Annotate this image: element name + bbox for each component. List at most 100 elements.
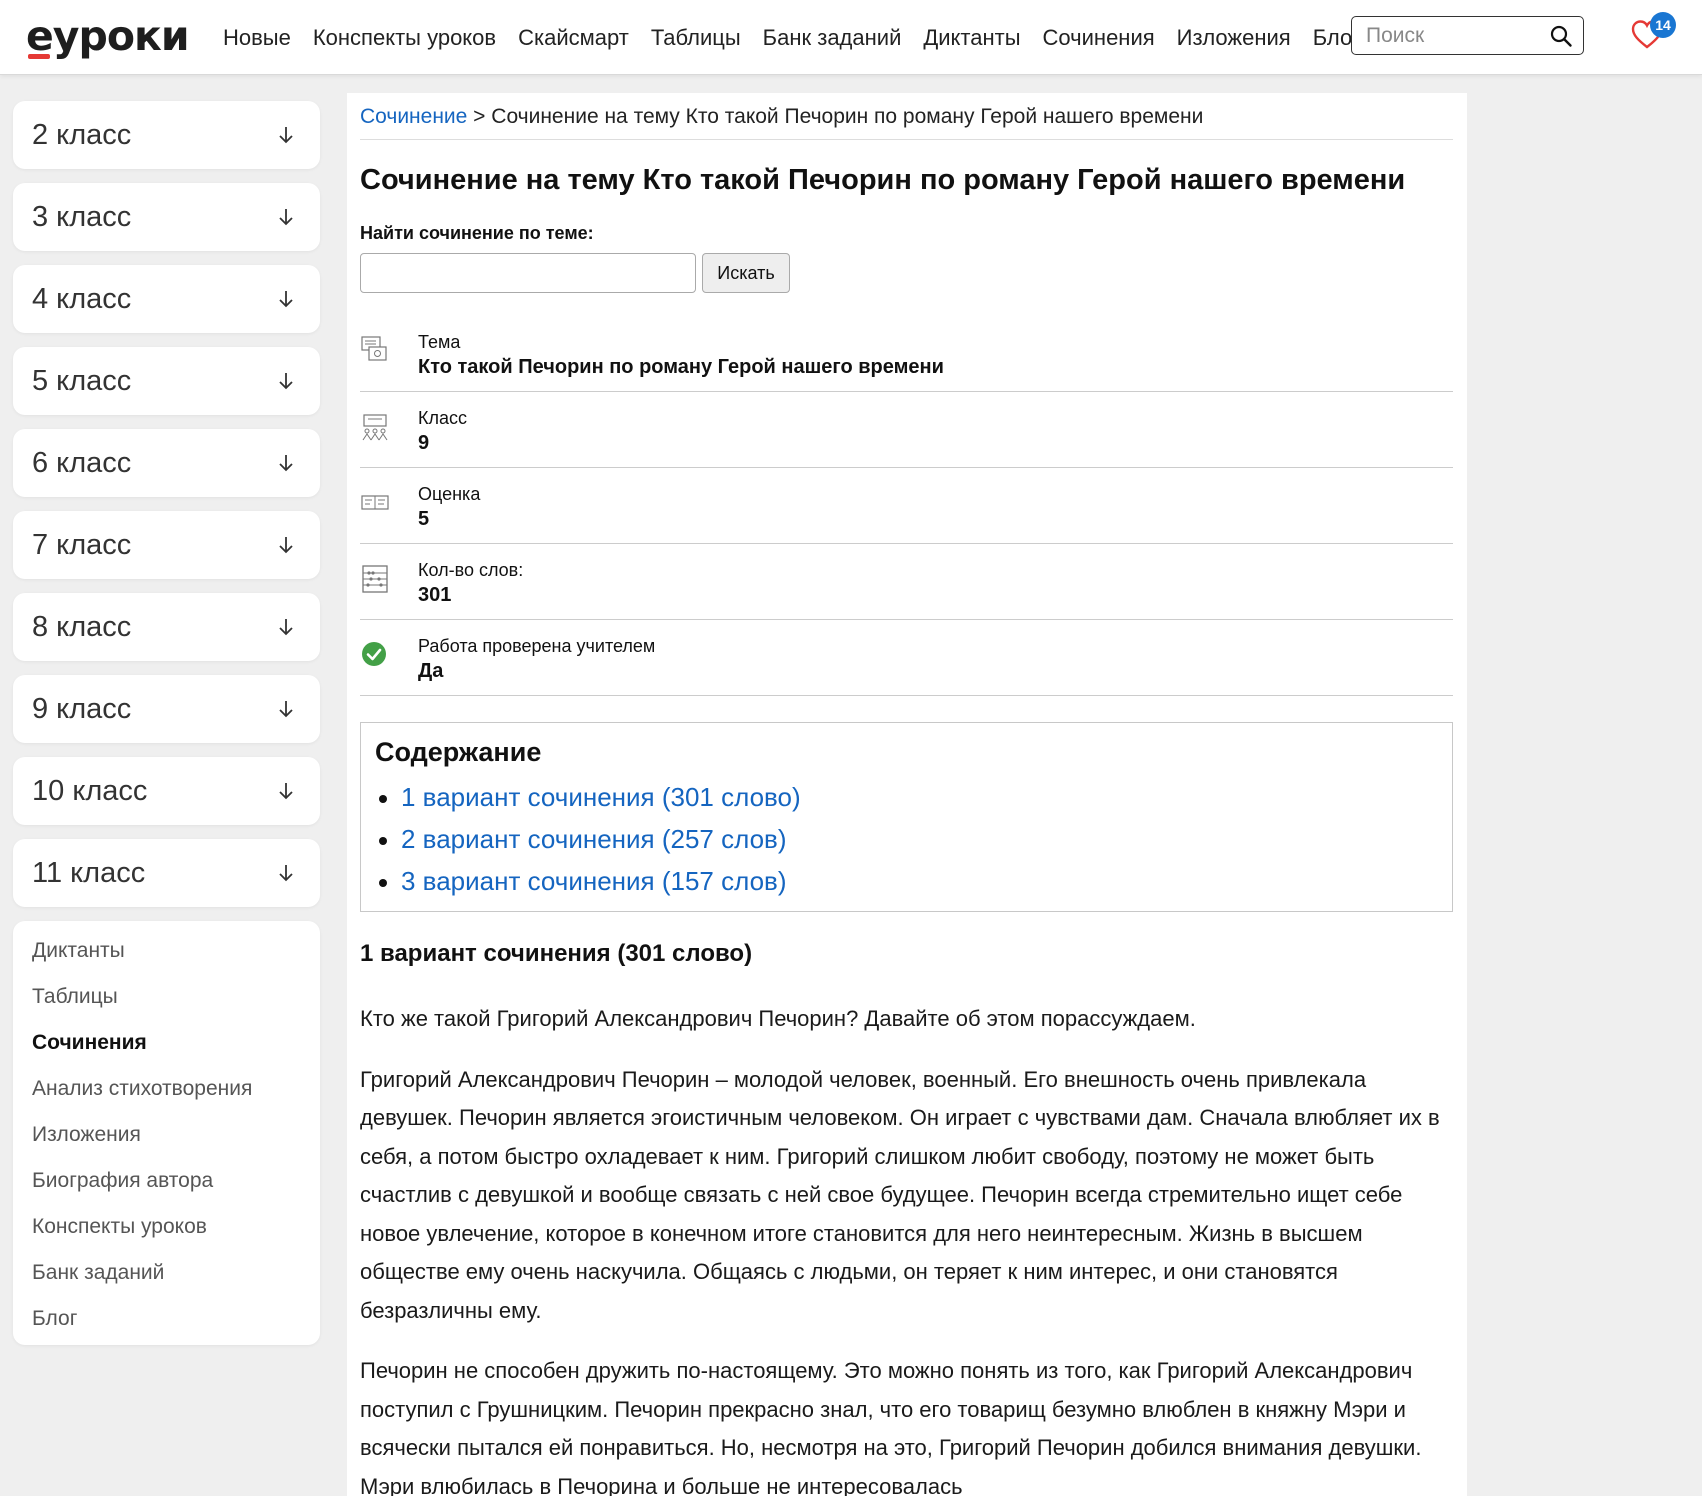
- grade-label: 10 класс: [32, 775, 148, 807]
- favorites-button[interactable]: 14: [1630, 12, 1676, 52]
- meta-row-verified: Работа проверена учителем Да: [360, 620, 1453, 696]
- essay-variant-heading: 1 вариант сочинения (301 слово): [360, 940, 753, 967]
- sidebar-link-blog[interactable]: Блог: [32, 1307, 320, 1353]
- abacus-icon: [362, 565, 388, 593]
- essay-paragraph: Кто же такой Григорий Александрович Печо…: [360, 1006, 1196, 1031]
- check-circle-icon: [362, 642, 386, 666]
- grade-item-6[interactable]: 6 класс: [13, 429, 320, 497]
- toc-item: 3 вариант сочинения (157 слов): [375, 866, 1452, 908]
- find-essay-label: Найти сочинение по теме:: [360, 223, 594, 243]
- find-essay-input[interactable]: [360, 253, 696, 293]
- topic-icon: [361, 336, 387, 361]
- meta-value: 5: [418, 508, 430, 530]
- meta-row-grade: Оценка 5: [360, 468, 1453, 544]
- header-search: [1351, 16, 1584, 55]
- meta-row-word-count: Кол-во слов: 301: [360, 544, 1453, 620]
- grade-item-5[interactable]: 5 класс: [13, 347, 320, 415]
- arrow-down-icon: [279, 209, 293, 226]
- arrow-down-icon: [279, 373, 293, 390]
- nav-link-new[interactable]: Новые: [223, 25, 291, 51]
- breadcrumb-current: Сочинение на тему Кто такой Печорин по р…: [491, 105, 1204, 128]
- meta-row-topic: Тема Кто такой Печорин по роману Герой н…: [360, 329, 1453, 392]
- meta-label: Оценка: [418, 484, 481, 504]
- toc-item: 2 вариант сочинения (257 слов): [375, 824, 1452, 866]
- grade-label: 8 класс: [32, 611, 132, 643]
- toc-item: 1 вариант сочинения (301 слово): [375, 782, 1452, 824]
- grade-item-7[interactable]: 7 класс: [13, 511, 320, 579]
- meta-label: Тема: [418, 332, 461, 352]
- top-header: еуроки Новые Конспекты уроков Скайсмарт …: [0, 0, 1702, 75]
- arrow-down-icon: [279, 455, 293, 472]
- classroom-icon: [362, 414, 388, 441]
- search-icon[interactable]: [1549, 24, 1573, 48]
- toc-link-variant-3[interactable]: 3 вариант сочинения (157 слов): [401, 866, 787, 896]
- grade-label: 3 класс: [32, 201, 132, 233]
- grade-label: 11 класс: [32, 857, 146, 889]
- meta-label: Работа проверена учителем: [418, 636, 656, 656]
- grade-item-8[interactable]: 8 класс: [13, 593, 320, 661]
- logo-underline: [28, 54, 50, 59]
- essay-paragraph: Григорий Александрович Печорин – молодой…: [360, 1066, 1440, 1323]
- toc-link-variant-1[interactable]: 1 вариант сочинения (301 слово): [401, 782, 801, 812]
- nav-link-essays[interactable]: Сочинения: [1043, 25, 1155, 51]
- arrow-down-icon: [279, 127, 293, 144]
- nav-link-expositions[interactable]: Изложения: [1177, 25, 1291, 51]
- arrow-down-icon: [279, 701, 293, 718]
- nav-link-tables[interactable]: Таблицы: [651, 25, 741, 51]
- breadcrumb-separator: >: [467, 105, 492, 128]
- meta-label: Класс: [418, 408, 467, 428]
- meta-row-class: Класс 9: [360, 392, 1453, 468]
- arrow-down-icon: [279, 619, 293, 636]
- toc-list: 1 вариант сочинения (301 слово) 2 вариан…: [375, 782, 1452, 908]
- arrow-down-icon: [279, 865, 293, 882]
- breadcrumb-link-essay[interactable]: Сочинение: [360, 105, 467, 128]
- grade-item-2[interactable]: 2 класс: [13, 101, 320, 169]
- meta-label: Кол-во слов:: [418, 560, 524, 580]
- breadcrumb: Сочинение > Сочинение на тему Кто такой …: [360, 93, 1453, 140]
- essay-body: Кто же такой Григорий Александрович Печо…: [360, 1000, 1453, 1496]
- grade-label: 5 класс: [32, 365, 132, 397]
- toc-title: Содержание: [375, 737, 542, 767]
- sidebar-link-author-biography[interactable]: Биография автора: [32, 1169, 320, 1215]
- sidebar-link-poem-analysis[interactable]: Анализ стихотворения: [32, 1077, 320, 1123]
- find-essay-button[interactable]: Искать: [702, 253, 790, 293]
- grade-item-3[interactable]: 3 класс: [13, 183, 320, 251]
- sidebar-link-essays[interactable]: Сочинения: [32, 1031, 320, 1077]
- sidebar: 2 класс 3 класс 4 класс 5 класс 6 класс …: [13, 101, 320, 1345]
- nav-link-lesson-notes[interactable]: Конспекты уроков: [313, 25, 496, 51]
- find-essay-form: Искать: [360, 253, 1453, 293]
- grade-item-4[interactable]: 4 класс: [13, 265, 320, 333]
- arrow-down-icon: [279, 783, 293, 800]
- site-logo[interactable]: еуроки: [26, 12, 190, 60]
- grade-label: 6 класс: [32, 447, 132, 479]
- sidebar-links: Диктанты Таблицы Сочинения Анализ стихот…: [13, 921, 320, 1345]
- grade-item-10[interactable]: 10 класс: [13, 757, 320, 825]
- grade-item-9[interactable]: 9 класс: [13, 675, 320, 743]
- grade-label: 2 класс: [32, 119, 132, 151]
- sidebar-link-expositions[interactable]: Изложения: [32, 1123, 320, 1169]
- table-of-contents: Содержание 1 вариант сочинения (301 слов…: [360, 722, 1453, 912]
- grade-label: 4 класс: [32, 283, 132, 315]
- meta-value: 9: [418, 432, 430, 454]
- favorites-count-badge: 14: [1650, 12, 1676, 38]
- toc-link-variant-2[interactable]: 2 вариант сочинения (257 слов): [401, 824, 787, 854]
- arrow-down-icon: [279, 537, 293, 554]
- meta-value: Да: [418, 660, 444, 682]
- nav-link-task-bank[interactable]: Банк заданий: [763, 25, 902, 51]
- logo-text: еуроки: [26, 12, 190, 60]
- page-title: Сочинение на тему Кто такой Печорин по р…: [360, 164, 1406, 196]
- sidebar-link-lesson-notes[interactable]: Конспекты уроков: [32, 1215, 320, 1261]
- essay-meta: Тема Кто такой Печорин по роману Герой н…: [360, 329, 1453, 696]
- sidebar-link-dictations[interactable]: Диктанты: [32, 939, 320, 985]
- sidebar-link-task-bank[interactable]: Банк заданий: [32, 1261, 320, 1307]
- search-input[interactable]: [1366, 21, 1546, 50]
- grade-label: 9 класс: [32, 693, 132, 725]
- grade-item-11[interactable]: 11 класс: [13, 839, 320, 907]
- sidebar-link-tables[interactable]: Таблицы: [32, 985, 320, 1031]
- nav-link-skysmart[interactable]: Скайсмарт: [518, 25, 629, 51]
- meta-value: 301: [418, 584, 452, 606]
- meta-value: Кто такой Печорин по роману Герой нашего…: [418, 356, 944, 378]
- nav-link-dictations[interactable]: Диктанты: [923, 25, 1020, 51]
- grade-label: 7 класс: [32, 529, 132, 561]
- grade-card-icon: [361, 495, 389, 510]
